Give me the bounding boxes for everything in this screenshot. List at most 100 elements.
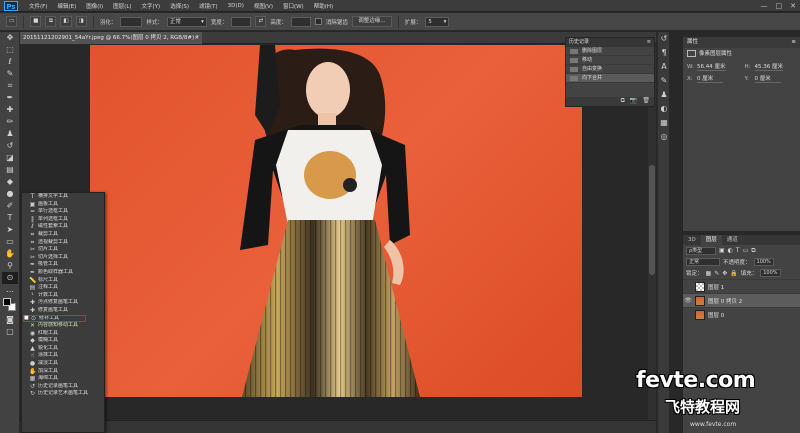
color-swatches[interactable] [2,298,18,312]
menu-window[interactable]: 窗口(W) [278,2,309,10]
marquee-tool-icon[interactable]: ⬚ [2,44,18,56]
history-brush-tool-icon[interactable]: ↺ [2,140,18,152]
eye-icon[interactable]: 👁 [683,297,693,304]
menu-help[interactable]: 帮助(H) [309,2,338,10]
panel-menu-icon[interactable]: ≡ [791,37,796,48]
menu-select[interactable]: 选择(S) [165,2,194,10]
flyout-item[interactable]: ↺ 历史记录画笔工具 [22,383,104,391]
close-icon[interactable]: × [194,32,199,44]
menu-edit[interactable]: 编辑(E) [52,2,81,10]
flyout-item[interactable]: ◉ 红眼工具 [22,330,104,338]
history-panel-header[interactable]: 历史记录 ≡ [566,38,654,47]
history-row[interactable]: 自由变换 [566,65,654,74]
flyout-item[interactable]: ✋ 加深工具 [22,368,104,376]
blend-mode-select[interactable]: 正常 [686,258,720,266]
flyout-item-patch-tool[interactable]: ■ ⊙ 修补工具 [23,314,86,323]
flyout-item[interactable]: ▲ 锐化工具 [22,345,104,353]
tab-3d[interactable]: 3D [683,235,701,245]
menu-type[interactable]: 文字(Y) [137,2,166,10]
flyout-item[interactable]: ✂ 切片选择工具 [22,254,104,262]
lock-transparent-icon[interactable]: ▦ [706,270,712,277]
pen-tool-icon[interactable]: ✐ [2,200,18,212]
tab-layers[interactable]: 图层 [700,235,722,245]
new-document-icon[interactable]: ⧉ [621,97,625,106]
panel-menu-icon[interactable]: ≡ [647,38,651,47]
fill-input[interactable]: 100% [760,269,781,277]
menu-image[interactable]: 图像(I) [81,2,108,10]
document-image[interactable] [90,45,582,397]
properties-header[interactable]: 属性 ≡ [683,37,800,48]
menu-filter[interactable]: 滤镜(T) [194,2,223,10]
flyout-item[interactable]: ═ 单行选框工具 [22,208,104,216]
add-selection-icon[interactable]: ⧉ [45,16,57,27]
flyout-item[interactable]: ‖ 单列选框工具 [22,216,104,224]
paths-icon[interactable]: ◎ [658,130,670,144]
flyout-item[interactable]: ✒ 颜色取样器工具 [22,269,104,277]
foreground-color-swatch[interactable] [3,298,11,306]
flyout-item[interactable]: ✒ 吸管工具 [22,261,104,269]
styles-icon[interactable]: ▦ [658,116,670,130]
dodge-tool-icon[interactable]: ● [2,188,18,200]
stamp-tool-icon[interactable]: ♟ [2,128,18,140]
layer-row[interactable]: 图层 1 [683,279,800,293]
refine-edge-button[interactable]: 调整边缘... [351,16,392,27]
menu-layer[interactable]: 图层(L) [108,2,136,10]
more-tools-icon[interactable]: … [2,284,18,296]
flyout-item[interactable]: T 横排文字工具 [22,193,104,201]
quick-mask-icon[interactable]: ◙ [2,314,18,326]
screen-mode-icon[interactable]: ▢ [2,326,18,338]
flyout-item[interactable]: ◆ 模糊工具 [22,337,104,345]
flyout-item[interactable]: ✚ 修复画笔工具 [22,307,104,315]
type-tool-icon[interactable]: T [2,212,18,224]
lasso-tool-icon[interactable]: ℓ [2,56,18,68]
lock-image-icon[interactable]: ✎ [714,270,719,277]
shape-filter-icon[interactable]: ▭ [743,247,749,255]
tab-channels[interactable]: 通道 [722,235,743,245]
menu-view[interactable]: 视图(V) [249,2,278,10]
path-select-tool-icon[interactable]: ➤ [2,224,18,236]
flyout-item[interactable]: ✚ 污点修复画笔工具 [22,299,104,307]
lock-all-icon[interactable]: 🔒 [730,270,737,277]
minimize-button[interactable]: — [761,2,768,10]
flyout-item[interactable]: ▤ 注释工具 [22,284,104,292]
height-input[interactable] [290,16,311,27]
patch-tool-icon[interactable]: ⊙ [2,272,18,284]
character-panel-icon[interactable]: A [658,60,670,74]
snapshot-icon[interactable]: 📷 [630,97,637,106]
marquee-preset-icon[interactable]: ▭ [6,16,18,27]
history-row-selected[interactable]: 向下合并 [566,74,654,83]
eraser-tool-icon[interactable]: ◪ [2,152,18,164]
opacity-input[interactable]: 100% [753,258,774,266]
feather-input[interactable] [120,16,143,27]
document-tab[interactable]: 20151121202901_54aYr.jpeg @ 66.7%(图层 0 拷… [20,32,202,44]
flyout-item[interactable]: 📏 标尺工具 [22,277,104,285]
layer-kind-filter[interactable]: ρ类型 [686,247,716,255]
menu-3d[interactable]: 3D(D) [223,3,249,9]
eyedropper-tool-icon[interactable]: ✒ [2,92,18,104]
blur-tool-icon[interactable]: ◆ [2,176,18,188]
maximize-button[interactable]: □ [776,2,783,10]
smart-filter-icon[interactable]: ⧉ [751,247,755,255]
layer-row[interactable]: 图层 0 [683,307,800,321]
pixel-filter-icon[interactable]: ▣ [719,247,725,255]
lock-position-icon[interactable]: ✥ [722,270,727,277]
history-row[interactable]: 移动 [566,56,654,65]
trash-icon[interactable]: 🗑 [642,97,650,106]
history-panel-icon[interactable]: ↺ [658,32,670,46]
flyout-item[interactable]: ⌗ 透视裁剪工具 [22,239,104,247]
move-tool-icon[interactable]: ✥ [2,32,18,44]
brush-panel-icon[interactable]: ✎ [658,74,670,88]
expand-select[interactable]: 5 ▾ [425,16,450,27]
flyout-item[interactable]: ✕ 内容感知移动工具 [22,322,104,330]
flyout-item[interactable]: ▦ 海绵工具 [22,375,104,383]
type-filter-icon[interactable]: T [736,247,740,255]
hand-tool-icon[interactable]: ✋ [2,248,18,260]
style-select[interactable]: 正常 ▾ [166,16,207,27]
adjust-filter-icon[interactable]: ◐ [728,247,733,255]
history-row[interactable]: 删除图层 [566,47,654,56]
intersect-selection-icon[interactable]: ◨ [75,16,87,27]
flyout-item[interactable]: ✂ 切片工具 [22,246,104,254]
flyout-item[interactable]: ⌗ 裁剪工具 [22,231,104,239]
healing-tool-icon[interactable]: ✚ [2,104,18,116]
flyout-item[interactable]: ● 减淡工具 [22,360,104,368]
